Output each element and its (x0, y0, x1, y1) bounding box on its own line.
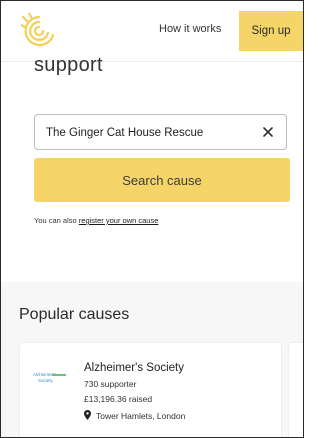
hero-title: support (34, 54, 103, 76)
logo-accent (52, 374, 66, 376)
close-icon[interactable] (260, 124, 276, 140)
register-cause-line: You can also register your own cause (34, 216, 158, 225)
popular-causes-heading: Popular causes (19, 306, 130, 323)
map-pin-icon (84, 410, 91, 420)
cause-name: Alzheimer's Society (84, 362, 184, 374)
sign-up-button[interactable]: Sign up (239, 11, 303, 51)
cause-raised: £13,196.36 raised (84, 394, 153, 404)
next-cause-card[interactable] (289, 343, 303, 437)
cause-search-box (34, 114, 287, 150)
register-prefix: You can also (34, 216, 77, 225)
sun-rays-logo-icon[interactable] (21, 13, 57, 49)
cause-supporters: 730 supporter (84, 379, 137, 389)
logo-text-line2: Society (38, 378, 53, 383)
register-cause-link[interactable]: register your own cause (79, 216, 159, 225)
cause-card[interactable]: Alzheimer's Society Alzheimer's Society … (20, 343, 281, 437)
nav-how-it-works[interactable]: How it works (159, 23, 221, 35)
charity-logo: Alzheimer's Society (30, 370, 66, 388)
search-cause-button[interactable]: Search cause (34, 158, 290, 202)
cause-search-input[interactable] (46, 124, 246, 142)
cause-location: Tower Hamlets, London (84, 410, 185, 421)
app-frame: How it works Sign up support Search caus… (0, 0, 304, 438)
cause-location-text: Tower Hamlets, London (96, 411, 186, 421)
search-hero: support Search cause You can also regist… (1, 54, 303, 282)
top-header: How it works Sign up (1, 1, 303, 62)
